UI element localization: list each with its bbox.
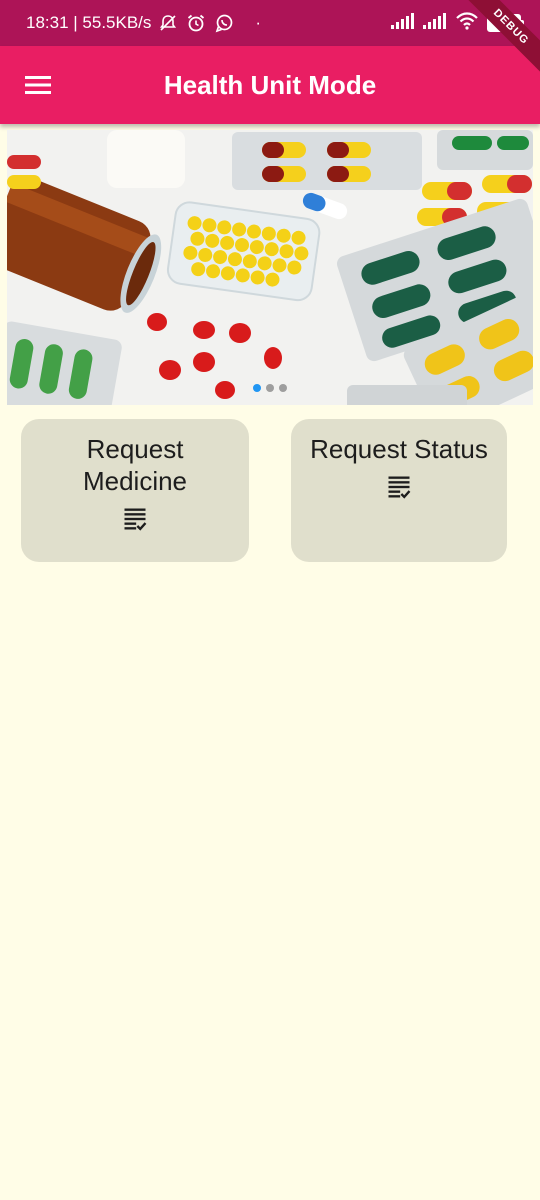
signal-icon xyxy=(391,12,415,34)
checklist-icon xyxy=(388,476,411,499)
app-bar: Health Unit Mode xyxy=(0,46,540,124)
carousel-dot[interactable] xyxy=(266,384,274,392)
status-dot: · xyxy=(255,13,262,32)
alarm-icon xyxy=(185,12,207,34)
page-title: Health Unit Mode xyxy=(163,69,377,100)
carousel-dot[interactable] xyxy=(279,384,287,392)
request-medicine-card[interactable]: Request Medicine xyxy=(21,419,249,562)
menu-button[interactable] xyxy=(18,65,58,105)
whatsapp-icon xyxy=(213,12,235,34)
status-left: 18:31 | 55.5KB/s · xyxy=(26,12,261,34)
status-bar: 18:31 | 55.5KB/s · xyxy=(0,0,540,46)
carousel-indicator xyxy=(7,384,533,392)
request-status-label: Request Status xyxy=(310,434,488,464)
request-medicine-label: Request Medicine xyxy=(82,434,188,496)
wifi-icon xyxy=(455,11,479,35)
medicine-pills-photo xyxy=(7,130,533,405)
checklist-icon xyxy=(124,508,147,531)
image-carousel[interactable] xyxy=(7,130,533,405)
signal-icon xyxy=(423,12,447,34)
hamburger-menu-icon[interactable] xyxy=(25,75,51,95)
muted-notifications-icon xyxy=(157,12,179,34)
carousel-dot-active[interactable] xyxy=(253,384,261,392)
status-time-speed: 18:31 | 55.5KB/s xyxy=(26,13,152,32)
request-status-card[interactable]: Request Status xyxy=(291,419,507,562)
